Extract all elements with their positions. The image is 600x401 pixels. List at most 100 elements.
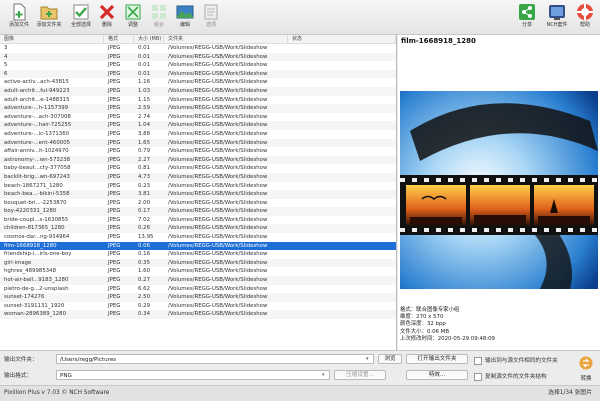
edit-image-icon bbox=[176, 5, 194, 19]
cell-size: 0.16 bbox=[138, 251, 151, 258]
cell-status bbox=[288, 233, 396, 242]
table-row[interactable]: hghres_489985348 JPEG 1.60/Volumes/REGG-US… bbox=[0, 267, 396, 276]
table-row[interactable]: bride-coupl...s-1630855 JPEG 7.02/Volumes/… bbox=[0, 216, 396, 225]
browse-button[interactable]: 浏览 bbox=[378, 354, 402, 364]
chevron-down-icon[interactable]: ▾ bbox=[322, 372, 325, 378]
cell-format: JPEG bbox=[108, 208, 121, 215]
column-header-size[interactable]: 大小 (MB) bbox=[134, 35, 164, 43]
add-file-button[interactable]: 添加文件 bbox=[2, 3, 36, 29]
cell-size: 0.79 bbox=[138, 148, 151, 155]
table-row[interactable]: baby-beaut...cty-377058 JPEG 0.81/Volumes/… bbox=[0, 164, 396, 173]
cell-folder: /Volumes/REGG-USB/Work/Slideshow bbox=[168, 225, 268, 232]
table-row[interactable]: film-1668918_1280 JPEG 0.06/Volumes/REGG-U… bbox=[0, 241, 396, 251]
compress-settings-button[interactable]: 压缩设置... bbox=[334, 370, 386, 380]
table-row[interactable]: astronomy-...wn-573238 JPEG 2.27/Volumes/R… bbox=[0, 155, 396, 165]
cell-size: 1.04 bbox=[138, 122, 151, 129]
table-row[interactable]: sunset-174276 JPEG 2.50/Volumes/REGG-USB/W… bbox=[0, 293, 396, 302]
table-row[interactable]: 6 JPEG 0.01/Volumes/REGG-USB/Work/Slidesho… bbox=[0, 69, 396, 79]
cell-status bbox=[288, 182, 396, 191]
table-row[interactable]: active-activ...ach-43815 JPEG 1.16/Volumes… bbox=[0, 78, 396, 87]
cell-folder: /Volumes/REGG-USB/Work/Slideshow bbox=[168, 277, 268, 284]
table-row[interactable]: beach-bea...-bikini-5358 JPEG 3.81/Volumes… bbox=[0, 190, 396, 199]
chevron-down-icon[interactable]: ▾ bbox=[366, 356, 369, 362]
table-row[interactable]: adventure-...ent-460005 JPEG 1.65/Volumes/… bbox=[0, 138, 396, 148]
help-icon bbox=[577, 4, 593, 20]
table-row[interactable]: woman-2896389_1280 JPEG 0.34/Volumes/REGG-… bbox=[0, 310, 396, 319]
table-row[interactable]: bouquet-bri...-2253870 JPEG 2.00/Volumes/R… bbox=[0, 199, 396, 208]
cell-format: JPEG bbox=[108, 45, 121, 51]
table-row[interactable]: adventure-...ic-1371360 JPEG 3.88/Volumes/… bbox=[0, 130, 396, 139]
table-row[interactable]: friendship-i...irls-one-boy JPEG 0.16/Volu… bbox=[0, 250, 396, 259]
nch-suite-icon bbox=[549, 5, 565, 20]
cell-status bbox=[288, 121, 396, 130]
cell-status bbox=[288, 242, 396, 251]
same-folder-checkbox[interactable]: 输出到与源文件相同的文件夹 bbox=[474, 356, 558, 365]
add-folder-button[interactable]: 添加文件夹 bbox=[32, 3, 66, 29]
checkbox-box[interactable] bbox=[474, 356, 482, 365]
image-list[interactable]: 图像 格式 大小 (MB) 文件夹 状态 3 JPEG 0.01/Volumes/R… bbox=[0, 35, 397, 350]
table-row[interactable]: 3 JPEG 0.01/Volumes/REGG-USB/Work/Slidesho… bbox=[0, 44, 396, 53]
column-header-image[interactable]: 图像 bbox=[0, 35, 104, 43]
table-row[interactable]: adventure-...hair-725255 JPEG 1.04/Volumes… bbox=[0, 121, 396, 130]
cell-image-name: adventure-...h-1157399 bbox=[4, 105, 69, 112]
convert-icon bbox=[579, 356, 593, 370]
cell-size: 0.01 bbox=[138, 62, 151, 69]
cell-size: 2.00 bbox=[138, 199, 151, 206]
table-row[interactable]: hot-air-ball...9183_1280 JPEG 0.27/Volumes… bbox=[0, 276, 396, 285]
output-format-label: 输出格式： bbox=[4, 373, 32, 379]
table-row[interactable]: adventure-...h-1157399 JPEG 2.59/Volumes/R… bbox=[0, 104, 396, 113]
preview-panel: film-1668918_1280 格式：联合图像专家小组 维度：270 x 5… bbox=[398, 35, 600, 350]
convert-button[interactable]: 转换 bbox=[576, 355, 596, 382]
preview-title: film-1668918_1280 bbox=[401, 37, 476, 45]
cell-status bbox=[288, 147, 396, 156]
cell-format: JPEG bbox=[108, 165, 121, 172]
table-row[interactable]: 4 JPEG 0.01/Volumes/REGG-USB/Work/Slidesho… bbox=[0, 52, 396, 62]
table-row[interactable]: adult-archit...ful-949223 JPEG 1.03/Volume… bbox=[0, 86, 396, 96]
table-row[interactable]: affair-anniv...h-1024970 JPEG 0.79/Volumes… bbox=[0, 147, 396, 156]
info-file-size: 文件大小：0.06 MB bbox=[400, 328, 450, 335]
column-header-folder[interactable]: 文件夹 bbox=[164, 35, 288, 43]
table-row[interactable]: sunset-3191131_1920 JPEG 0.29/Volumes/REGG… bbox=[0, 302, 396, 311]
cell-image-name: astronomy-...wn-573238 bbox=[4, 156, 71, 163]
checkbox-box[interactable] bbox=[474, 372, 482, 381]
table-row[interactable]: adventure-...ach-307008 JPEG 2.74/Volumes/… bbox=[0, 113, 396, 122]
cell-folder: /Volumes/REGG-USB/Work/Slideshow bbox=[168, 130, 268, 137]
table-row[interactable]: cosmos-dar...ng-934964 JPEG 13.95/Volumes/… bbox=[0, 233, 396, 242]
share-button[interactable]: 分享 bbox=[510, 3, 544, 29]
cell-folder: /Volumes/REGG-USB/Work/Slideshow bbox=[168, 148, 268, 155]
cell-folder: /Volumes/REGG-USB/Work/Slideshow bbox=[168, 122, 268, 129]
table-row[interactable]: 5 JPEG 0.01/Volumes/REGG-USB/Work/Slidesho… bbox=[0, 61, 396, 70]
output-format-select[interactable]: PNG bbox=[56, 370, 330, 380]
table-row[interactable]: adult-archit...e-1488315 JPEG 1.15/Volumes… bbox=[0, 96, 396, 105]
list-header: 图像 格式 大小 (MB) 文件夹 状态 bbox=[0, 35, 396, 44]
cell-format: JPEG bbox=[108, 139, 121, 146]
open-output-folder-button[interactable]: 打开输出文件夹 bbox=[406, 354, 468, 364]
cell-status bbox=[288, 130, 396, 139]
cell-status bbox=[288, 173, 396, 182]
table-row[interactable]: pietro-de-g...2-unsplash JPEG 6.62/Volumes… bbox=[0, 285, 396, 294]
help-button[interactable]: 帮助 bbox=[568, 3, 600, 29]
effects-button[interactable]: 特效... bbox=[406, 370, 468, 380]
cell-folder: /Volumes/REGG-USB/Work/Slideshow bbox=[168, 96, 268, 103]
cell-format: JPEG bbox=[108, 259, 121, 266]
cell-size: 3.81 bbox=[138, 191, 151, 198]
table-row[interactable]: beach-1867271_1280 JPEG 0.23/Volumes/REGG-… bbox=[0, 182, 396, 191]
table-row[interactable]: children-817365_1280 JPEG 0.26/Volumes/REG… bbox=[0, 224, 396, 234]
cell-folder: /Volumes/REGG-USB/Work/Slideshow bbox=[168, 191, 268, 198]
cell-image-name: adult-archit...e-1488315 bbox=[4, 96, 70, 103]
output-folder-field[interactable]: /Users/regg/Pictures bbox=[56, 354, 374, 364]
keep-structure-checkbox[interactable]: 复制源文件的文件夹结构 bbox=[474, 372, 547, 381]
cell-folder: /Volumes/REGG-USB/Work/Slideshow bbox=[168, 62, 268, 69]
table-row[interactable]: boy-4220331_1280 JPEG 0.17/Volumes/REGG-US… bbox=[0, 207, 396, 216]
column-header-format[interactable]: 格式 bbox=[104, 35, 134, 43]
cell-folder: /Volumes/REGG-USB/Work/Slideshow bbox=[168, 182, 268, 189]
options-button[interactable]: 选项 bbox=[194, 3, 228, 29]
column-header-status[interactable]: 状态 bbox=[288, 35, 396, 43]
table-row[interactable]: backlit-brig...wn-697243 JPEG 4.73/Volumes… bbox=[0, 172, 396, 182]
cell-image-name: boy-4220331_1280 bbox=[4, 208, 57, 215]
table-row[interactable]: girl-image JPEG 0.35/Volumes/REGG-USB/Work… bbox=[0, 258, 396, 268]
add-folder-icon bbox=[40, 6, 58, 20]
cell-format: JPEG bbox=[108, 173, 121, 180]
delete-icon bbox=[99, 4, 115, 20]
cell-format: JPEG bbox=[108, 234, 121, 241]
